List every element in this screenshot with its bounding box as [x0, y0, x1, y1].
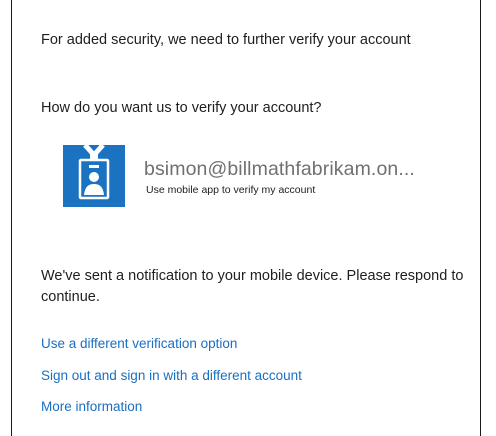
account-verification-option[interactable]: bsimon@billmathfabrikam.on... Use mobile… [53, 141, 473, 207]
verification-method-label: Use mobile app to verify my account [146, 184, 316, 196]
notification-message: We've sent a notification to your mobile… [41, 268, 464, 305]
more-information-link[interactable]: More information [41, 399, 142, 414]
account-email: bsimon@billmathfabrikam.on... [144, 158, 415, 180]
verify-question: How do you want us to verify your accoun… [41, 100, 322, 116]
id-badge-icon [63, 143, 125, 207]
sign-out-link[interactable]: Sign out and sign in with a different ac… [41, 368, 302, 383]
verification-panel: For added security, we need to further v… [11, 0, 481, 436]
different-verification-option-link[interactable]: Use a different verification option [41, 336, 237, 351]
intro-text: For added security, we need to further v… [41, 32, 411, 48]
